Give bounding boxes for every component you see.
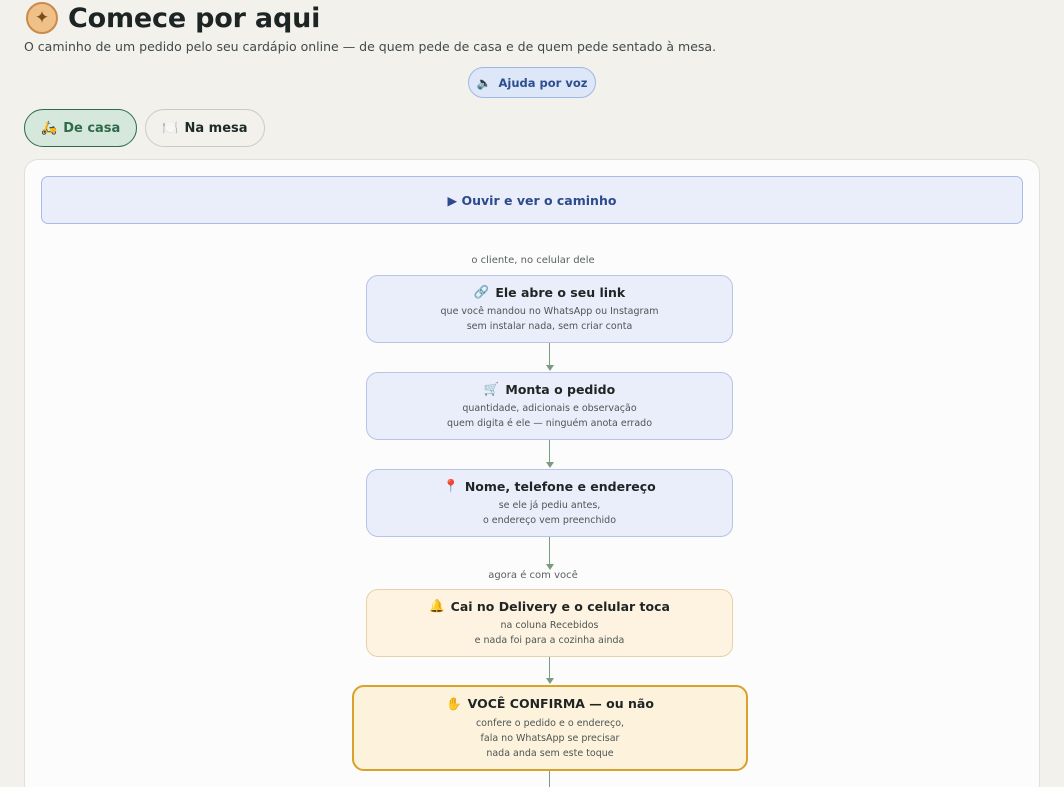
flow-panel: ▶ Ouvir e ver o caminho o cliente, no ce… [24,159,1040,787]
caption-customer: o cliente, no celular dele [471,255,595,266]
mode-tabs: 🛵 De casa 🍽️ Na mesa [24,109,265,147]
step-line: sem instalar nada, sem criar conta [466,321,633,332]
step-line: que você mandou no WhatsApp ou Instagram [440,306,659,317]
step-line: confere o pedido e o endereço, [475,717,625,729]
plate-icon: 🍽️ [162,120,179,136]
link-icon: 🔗 [473,284,490,299]
step-title: Nome, telefone e endereço [464,478,656,494]
compass-icon: ✦ [26,2,58,34]
step-build-order: 🛒 Monta o pedido quantidade, adicionais … [366,372,733,440]
speaker-icon: 🔈 [476,75,492,90]
step-you-confirm: ✋ VOCÊ CONFIRMA — ou não confere o pedid… [352,685,748,771]
step-open-link: 🔗 Ele abre o seu link que você mandou no… [366,275,733,343]
step-line: nada anda sem este toque [486,747,614,759]
step-line: na coluna Recebidos [500,620,599,631]
hand-icon: ✋ [446,695,462,711]
connector [549,657,550,679]
bell-icon: 🔔 [429,598,445,613]
arrow-down-icon [546,365,554,371]
page-title: Comece por aqui [68,2,321,34]
caption-you: agora é com você [488,570,578,581]
tab-na-mesa[interactable]: 🍽️ Na mesa [145,109,265,147]
scooter-icon: 🛵 [41,120,58,136]
step-line: e nada foi para a cozinha ainda [474,635,625,646]
voice-help-button[interactable]: 🔈 Ajuda por voz [468,67,596,98]
title-row: ✦ Comece por aqui [26,2,320,34]
play-path-button[interactable]: ▶ Ouvir e ver o caminho [41,176,1023,224]
step-line: fala no WhatsApp se precisar [480,732,620,744]
step-title: Monta o pedido [505,381,616,397]
cart-icon: 🛒 [483,381,500,396]
step-line: o endereço vem preenchido [482,515,617,526]
step-title: VOCÊ CONFIRMA — ou não [467,696,654,711]
step-contact-details: 📍 Nome, telefone e endereço se ele já pe… [366,469,733,537]
voice-help-label: Ajuda por voz [498,75,588,90]
pin-icon: 📍 [443,478,459,493]
tab-label: Na mesa [184,120,248,136]
arrow-down-icon [546,462,554,468]
step-title: Cai no Delivery e o celular toca [450,598,670,614]
tab-de-casa[interactable]: 🛵 De casa [24,109,138,147]
connector [549,537,550,565]
step-delivery-ring: 🔔 Cai no Delivery e o celular toca na co… [366,589,733,657]
tab-label: De casa [63,120,121,136]
connector [549,440,550,463]
page: ✦ Comece por aqui O caminho de um pedido… [0,0,1064,787]
step-line: se ele já pediu antes, [498,500,601,511]
step-line: quantidade, adicionais e observação [462,403,637,414]
connector [549,343,550,366]
step-title: Ele abre o seu link [495,284,626,300]
page-subtitle: O caminho de um pedido pelo seu cardápio… [24,39,717,54]
arrow-down-icon [546,678,554,684]
step-line: quem digita é ele — ninguém anota errado [446,418,653,429]
connector [549,771,550,787]
